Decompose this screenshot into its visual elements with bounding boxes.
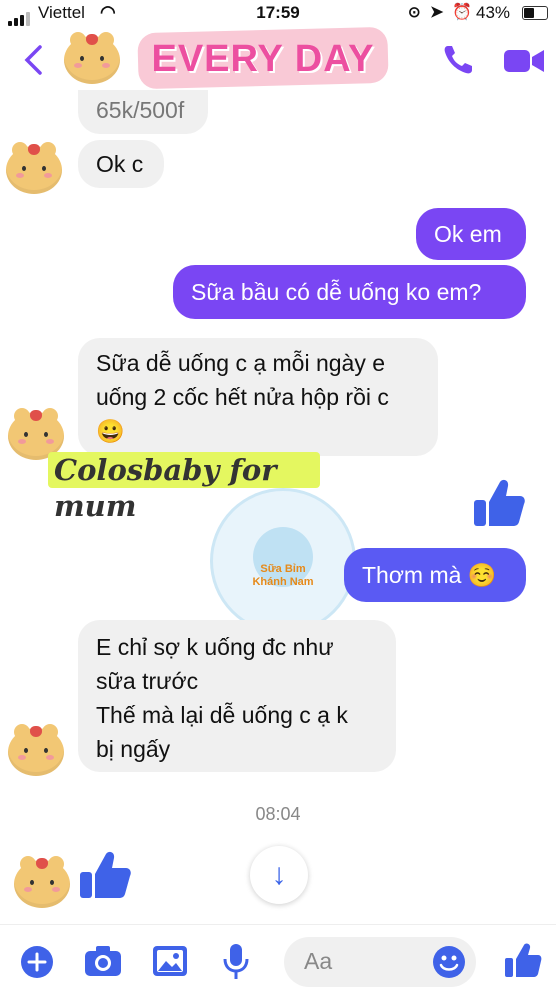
plus-icon[interactable] (20, 945, 54, 979)
status-bar: Viettel ◠ 17:59 ⊙ ➤ ⏰ 43% (0, 0, 556, 26)
microphone-icon[interactable] (222, 943, 250, 981)
clock: 17:59 (256, 3, 300, 22)
message-line: E chỉ sợ k uống đc như (96, 634, 334, 660)
battery-percent: 43% (476, 3, 511, 22)
rotation-lock-icon: ⊙ (408, 4, 421, 21)
chevron-left-icon[interactable] (22, 44, 44, 76)
composer-bar: Aa (0, 924, 556, 996)
chat-header: EVERY DAY (0, 26, 556, 96)
thumbs-up-icon[interactable] (472, 476, 526, 530)
chat-title[interactable]: EVERY DAY (138, 38, 388, 81)
message-bubble-incoming[interactable]: E chỉ sợ k uống đc như sữa trước Thế mà … (78, 620, 396, 772)
camera-icon[interactable] (84, 945, 122, 977)
message-line: Sữa dễ uống c ạ mỗi ngày e (96, 350, 386, 376)
image-icon[interactable] (152, 945, 188, 977)
message-bubble-incoming[interactable]: 65k/500f (78, 90, 208, 134)
contact-avatar (14, 856, 70, 908)
message-bubble-outgoing[interactable]: Thơm mà ☺️ (344, 548, 526, 602)
location-icon: ➤ (430, 4, 444, 21)
battery-icon (522, 6, 548, 20)
message-bubble-outgoing[interactable]: Sữa bầu có dễ uống ko em? (173, 265, 526, 319)
emoji-icon[interactable] (432, 945, 466, 979)
message-line: Thế mà lại dễ uống c ạ k (96, 702, 348, 728)
alarm-icon: ⏰ (452, 4, 472, 21)
message-input-placeholder: Aa (304, 948, 333, 974)
message-bubble-incoming[interactable]: Sữa dễ uống c ạ mỗi ngày e uống 2 cốc hế… (78, 338, 438, 456)
phone-icon[interactable] (440, 42, 476, 78)
message-line: bị ngấy (96, 736, 171, 762)
video-camera-icon[interactable] (502, 44, 546, 76)
message-input[interactable]: Aa (284, 937, 476, 987)
arrow-down-icon: ↓ (271, 858, 287, 891)
shop-logo-stamp: Sữa Bỉm Khánh Nam (210, 488, 356, 634)
message-bubble-outgoing[interactable]: Ok em (416, 208, 526, 260)
scroll-down-button[interactable]: ↓ (250, 846, 308, 904)
message-line: uống 2 cốc hết nửa hộp rồi c (96, 384, 389, 410)
thumbs-up-icon[interactable] (504, 941, 542, 979)
contact-avatar (6, 142, 62, 194)
contact-avatar[interactable] (64, 32, 120, 84)
message-line: 😀 (96, 418, 125, 444)
message-bubble-incoming[interactable]: Ok c (78, 140, 164, 188)
shop-logo-name: Sữa Bỉm Khánh Nam (252, 563, 314, 588)
watermark-label: Colosbaby for mum (48, 452, 320, 523)
thumbs-up-icon[interactable] (78, 848, 132, 902)
message-timestamp: 08:04 (255, 804, 301, 824)
contact-avatar (8, 724, 64, 776)
message-line: sữa trước (96, 668, 199, 694)
